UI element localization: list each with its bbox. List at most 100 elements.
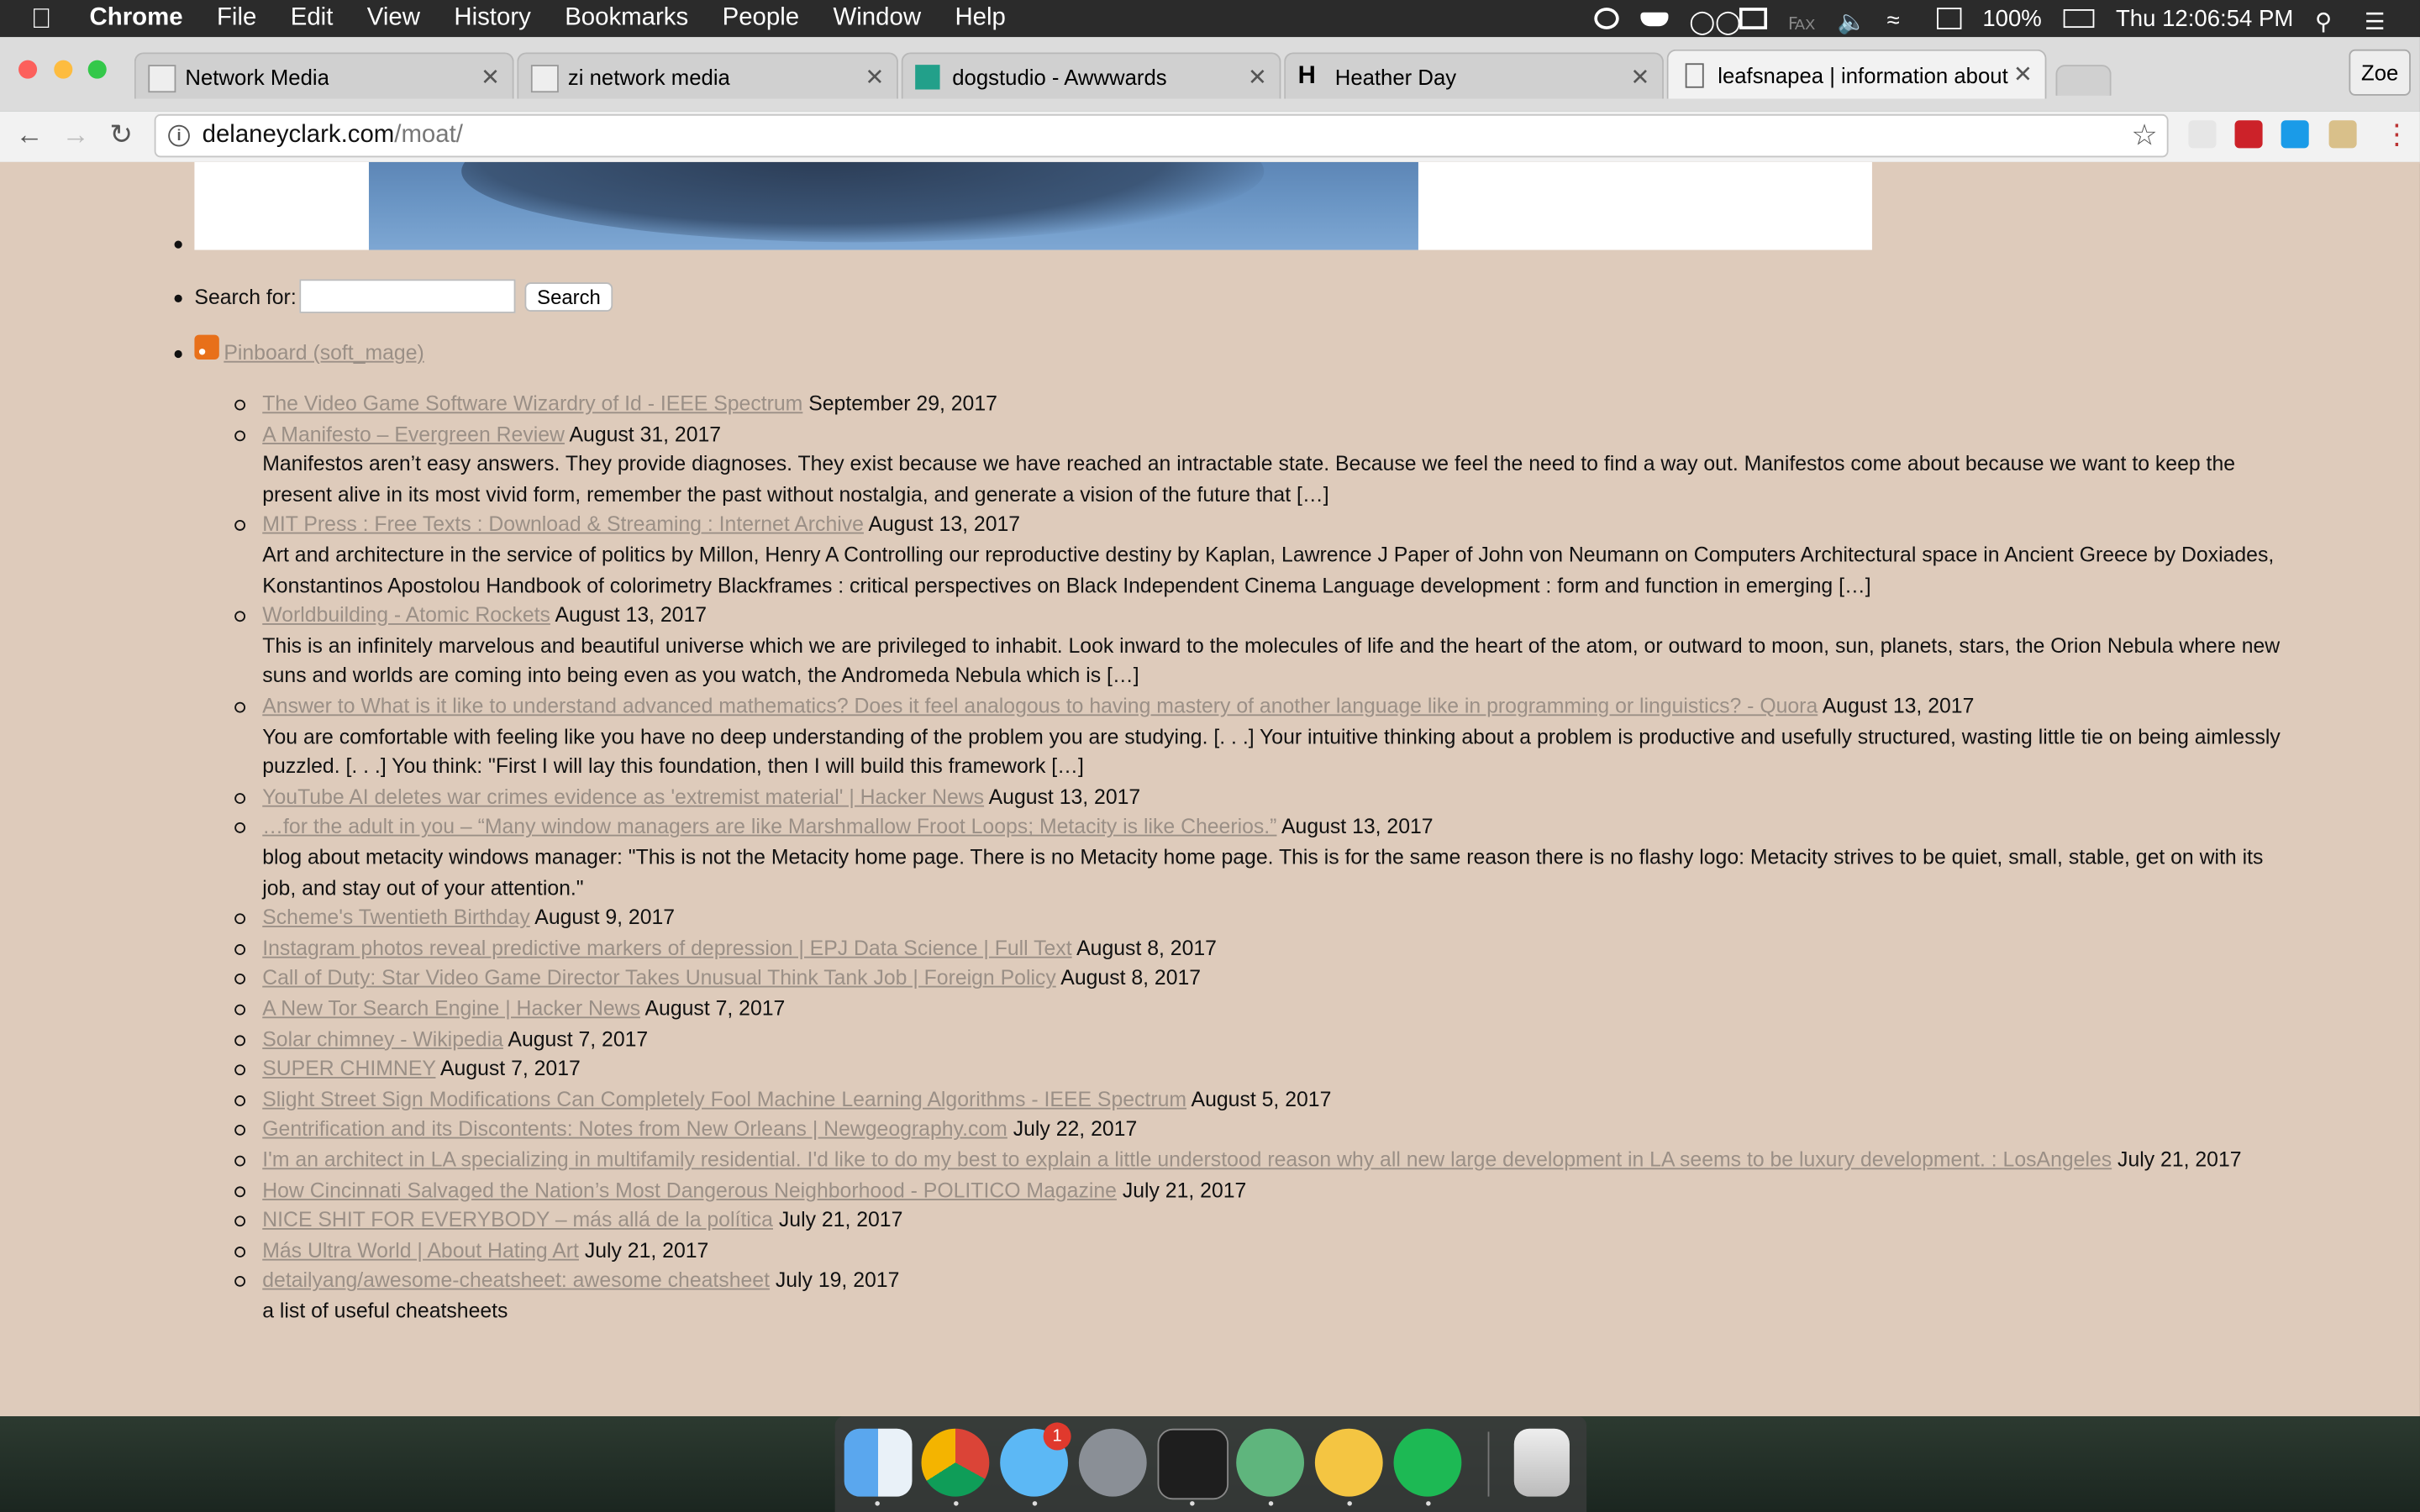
glasses-icon[interactable]: ◯◯ xyxy=(1689,8,1741,35)
cyberduck-icon[interactable] xyxy=(1314,1428,1383,1497)
tab-network-media[interactable]: Network Media ✕ xyxy=(134,52,514,99)
creative-cloud-icon[interactable] xyxy=(1593,8,1618,29)
feed-item-link[interactable]: Solar chimney - Wikipedia xyxy=(262,1026,503,1050)
menu-edit[interactable]: Edit xyxy=(291,5,334,33)
new-tab-button[interactable] xyxy=(2055,65,2112,96)
close-window-icon[interactable] xyxy=(18,60,38,79)
lastpass-extension-icon[interactable] xyxy=(2234,120,2263,149)
address-bar[interactable]: i delaneyclark.com/moat/ ☆ xyxy=(154,113,2169,158)
feed-item-link[interactable]: A Manifesto – Evergreen Review xyxy=(262,423,565,446)
terminal-icon[interactable] xyxy=(1157,1428,1229,1500)
chrome-menu-icon[interactable]: ⋮ xyxy=(2383,118,2411,151)
profile-button[interactable]: Zoe xyxy=(2349,49,2411,96)
list-bullet xyxy=(174,349,182,359)
menu-file[interactable]: File xyxy=(217,5,256,33)
tab-close-icon[interactable]: ✕ xyxy=(2013,60,2033,87)
menu-window[interactable]: Window xyxy=(834,5,922,33)
spotify-icon[interactable] xyxy=(1393,1428,1462,1497)
tab-close-icon[interactable]: ✕ xyxy=(1248,63,1267,91)
feed-item-link[interactable]: Más Ultra World | About Hating Art xyxy=(262,1238,579,1262)
feed-item-link[interactable]: YouTube AI deletes war crimes evidence a… xyxy=(262,785,984,809)
feed-item-date: August 13, 2017 xyxy=(984,785,1141,809)
feed-item-link[interactable]: Slight Street Sign Modifications Can Com… xyxy=(262,1088,1186,1111)
menu-people[interactable]: People xyxy=(723,5,800,33)
rss-feed-icon[interactable] xyxy=(194,334,219,360)
wifi-icon[interactable]: ≈ xyxy=(1886,8,1914,34)
menu-help[interactable]: Help xyxy=(955,5,1005,33)
skype-extension-icon[interactable] xyxy=(2281,120,2309,149)
tab-label: Network Media xyxy=(185,64,329,89)
search-input[interactable] xyxy=(299,279,516,313)
battery-icon xyxy=(2063,9,2095,29)
spotlight-search-icon[interactable]: ⚲ xyxy=(2315,8,2343,35)
feed-item: …for the adult in you – “Many window man… xyxy=(262,815,1433,838)
feed-item-link[interactable]: Gentrification and its Discontents: Note… xyxy=(262,1117,1007,1141)
menu-view[interactable]: View xyxy=(367,5,420,33)
docker-icon[interactable] xyxy=(1639,11,1668,26)
airplay-icon[interactable] xyxy=(1739,8,1767,29)
feed-item-link[interactable]: I'm an architect in LA specializing in m… xyxy=(262,1148,2112,1172)
feed-item-link[interactable]: Worldbuilding - Atomic Rockets xyxy=(262,603,550,627)
feed-item-description: a list of useful cheatsheets xyxy=(262,1299,508,1323)
feed-item-link[interactable]: Answer to What is it like to understand … xyxy=(262,695,1818,718)
tab-leafsnapea[interactable]: leafsnapea | information about ✕ xyxy=(1666,49,2047,99)
list-item-bullet xyxy=(234,822,246,834)
site-info-icon[interactable]: i xyxy=(168,124,190,147)
reload-icon[interactable]: ↻ xyxy=(109,118,133,151)
forward-arrow-icon[interactable]: → xyxy=(61,118,89,151)
finder-icon[interactable] xyxy=(844,1428,913,1497)
feed-item-link[interactable]: MIT Press : Free Texts : Download & Stre… xyxy=(262,513,864,537)
search-button[interactable]: Search xyxy=(524,282,613,312)
network-media-favicon-icon xyxy=(530,65,559,93)
feed-item: I'm an architect in LA specializing in m… xyxy=(262,1148,2241,1172)
trash-icon[interactable] xyxy=(1513,1428,1570,1497)
list-item-bullet xyxy=(234,943,246,955)
feed-item-link[interactable]: detailyang/awesome-cheatsheet: awesome c… xyxy=(262,1268,770,1292)
tab-close-icon[interactable]: ✕ xyxy=(481,63,500,91)
feed-item-date: September 29, 2017 xyxy=(802,391,997,416)
tab-close-icon[interactable]: ✕ xyxy=(1630,63,1649,91)
back-arrow-icon[interactable]: ← xyxy=(15,118,43,151)
atom-icon[interactable] xyxy=(1236,1428,1305,1497)
keyboard-icon[interactable] xyxy=(1936,8,1961,29)
extension-blank-icon[interactable] xyxy=(2188,120,2217,149)
bookmark-star-icon[interactable]: ☆ xyxy=(2131,118,2157,154)
feed-item-link[interactable]: How Cincinnati Salvaged the Nation’s Mos… xyxy=(262,1178,1117,1201)
zoom-window-icon[interactable] xyxy=(87,60,107,79)
feed-item-link[interactable]: Instagram photos reveal predictive marke… xyxy=(262,937,1071,960)
feed-item-link[interactable]: A New Tor Search Engine | Hacker News xyxy=(262,997,640,1021)
notification-center-icon[interactable]: ☰ xyxy=(2365,8,2392,35)
bluetooth-icon[interactable]: ℻ xyxy=(1788,8,1816,35)
minimize-window-icon[interactable] xyxy=(54,60,73,79)
feed-item-link[interactable]: NICE SHIT FOR EVERYBODY – más allá de la… xyxy=(262,1208,773,1231)
clock[interactable]: Thu 12:06:54 PM xyxy=(2116,5,2293,31)
volume-icon[interactable]: 🔈 xyxy=(1838,8,1866,35)
menu-history[interactable]: History xyxy=(454,5,530,33)
feed-item-date: July 21, 2017 xyxy=(772,1208,903,1232)
feed-item: NICE SHIT FOR EVERYBODY – más allá de la… xyxy=(262,1208,902,1231)
image-extension-icon[interactable] xyxy=(2328,120,2357,149)
tab-close-icon[interactable]: ✕ xyxy=(865,63,884,91)
feed-item-link[interactable]: The Video Game Software Wizardry of Id -… xyxy=(262,392,802,416)
menu-bookmarks[interactable]: Bookmarks xyxy=(565,5,688,33)
tab-zi-network-media[interactable]: zi network media ✕ xyxy=(517,52,898,99)
feed-item-date: August 13, 2017 xyxy=(1818,694,1975,718)
apple-menu-icon[interactable]:  xyxy=(31,3,62,35)
feed-item-link[interactable]: Call of Duty: Star Video Game Director T… xyxy=(262,966,1056,990)
battery-percent[interactable]: 100% xyxy=(1982,5,2041,31)
feed-item: Gentrification and its Discontents: Note… xyxy=(262,1117,1137,1141)
system-preferences-icon[interactable] xyxy=(1078,1428,1147,1497)
feed-item-link[interactable]: …for the adult in you – “Many window man… xyxy=(262,815,1276,838)
feed-item-link[interactable]: Scheme's Twentieth Birthday xyxy=(262,906,530,929)
pinboard-feed-link[interactable]: Pinboard (soft_mage) xyxy=(224,341,424,365)
messages-badge: 1 xyxy=(1043,1422,1071,1451)
tab-dogstudio[interactable]: dogstudio - Awwwards ✕ xyxy=(901,52,1281,99)
feed-item-date: August 13, 2017 xyxy=(550,603,708,627)
feed-item-date: August 9, 2017 xyxy=(529,906,676,930)
menu-app-chrome[interactable]: Chrome xyxy=(90,5,183,33)
feed-item-date: August 31, 2017 xyxy=(564,422,722,446)
feed-item-link[interactable]: SUPER CHIMNEY xyxy=(262,1057,435,1080)
feed-item-date: August 5, 2017 xyxy=(1186,1087,1332,1111)
tab-heather-day[interactable]: H Heather Day ✕ xyxy=(1284,52,1664,99)
chrome-icon[interactable] xyxy=(921,1428,990,1497)
